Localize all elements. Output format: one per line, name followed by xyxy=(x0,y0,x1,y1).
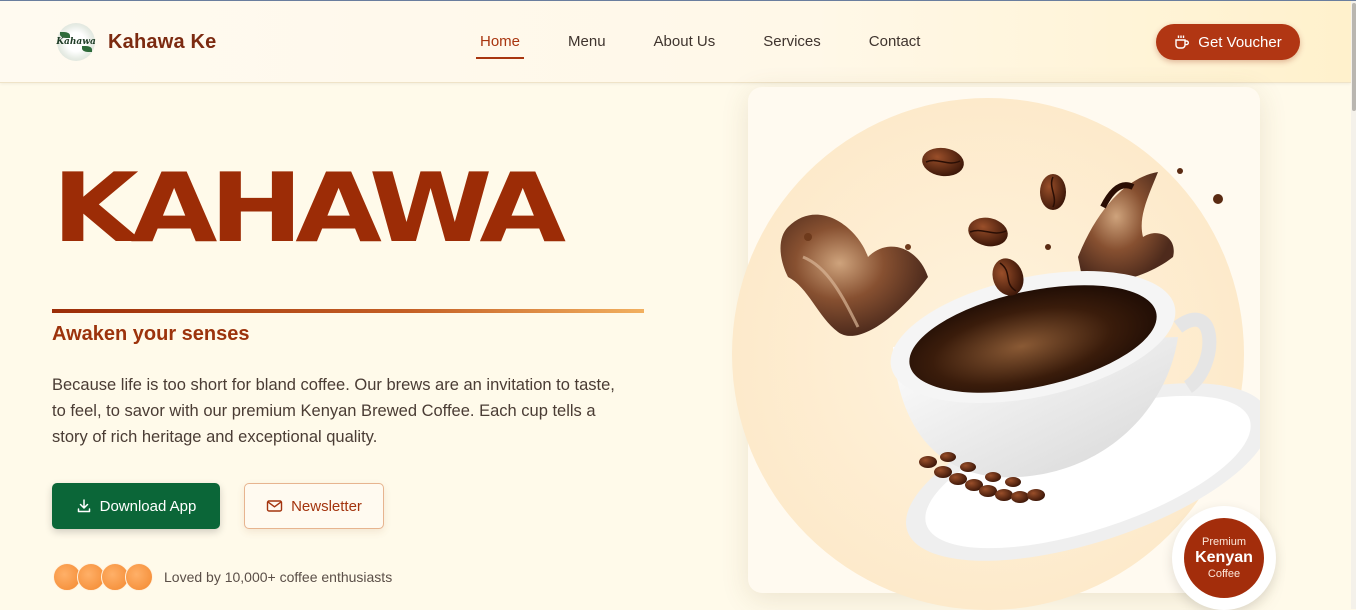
hero-divider xyxy=(52,309,644,313)
social-proof-text: Loved by 10,000+ coffee enthusiasts xyxy=(164,569,393,585)
get-voucher-label: Get Voucher xyxy=(1198,33,1282,51)
main-menu: Home Menu About Us Services Contact xyxy=(476,1,964,82)
page-scrollbar[interactable] xyxy=(1351,1,1356,609)
nav-link-about-us[interactable]: About Us xyxy=(650,25,720,58)
get-voucher-button[interactable]: Get Voucher xyxy=(1156,24,1300,60)
scrollbar-thumb[interactable] xyxy=(1352,3,1356,111)
download-app-button[interactable]: Download App xyxy=(52,483,220,529)
badge-line-3: Coffee xyxy=(1207,568,1241,580)
nav-link-menu[interactable]: Menu xyxy=(564,25,610,58)
nav-link-home[interactable]: Home xyxy=(476,25,525,59)
download-icon xyxy=(77,499,90,513)
coffee-cup-illustration xyxy=(780,147,1260,561)
badge-line-1: Premium xyxy=(1201,536,1246,548)
nav-link-services[interactable]: Services xyxy=(759,25,825,58)
premium-badge-inner: Premium Kenyan Coffee xyxy=(1184,518,1264,598)
brand-logo: Kahawa xyxy=(56,23,96,61)
mail-icon xyxy=(266,500,283,512)
brand-name[interactable]: Kahawa Ke xyxy=(108,31,217,54)
customer-avatars xyxy=(53,563,153,591)
newsletter-label: Newsletter xyxy=(291,497,362,515)
download-app-label: Download App xyxy=(99,497,197,515)
brand[interactable]: Kahawa Kahawa Ke xyxy=(56,23,217,61)
nav-link-contact[interactable]: Contact xyxy=(865,25,925,58)
avatar xyxy=(125,563,153,591)
top-navbar: Kahawa Kahawa Ke Home Menu About Us Serv… xyxy=(0,1,1351,83)
newsletter-button[interactable]: Newsletter xyxy=(244,483,384,529)
hero-title: KAHAWA xyxy=(52,153,566,264)
hero-tagline: Awaken your senses xyxy=(52,323,250,345)
coffee-cup-icon xyxy=(1175,35,1190,49)
badge-line-2: Kenyan xyxy=(1195,549,1253,566)
hero-description: Because life is too short for bland coff… xyxy=(52,376,615,446)
logo-wordmark: Kahawa xyxy=(56,37,96,47)
premium-badge: Premium Kenyan Coffee xyxy=(1172,506,1276,610)
